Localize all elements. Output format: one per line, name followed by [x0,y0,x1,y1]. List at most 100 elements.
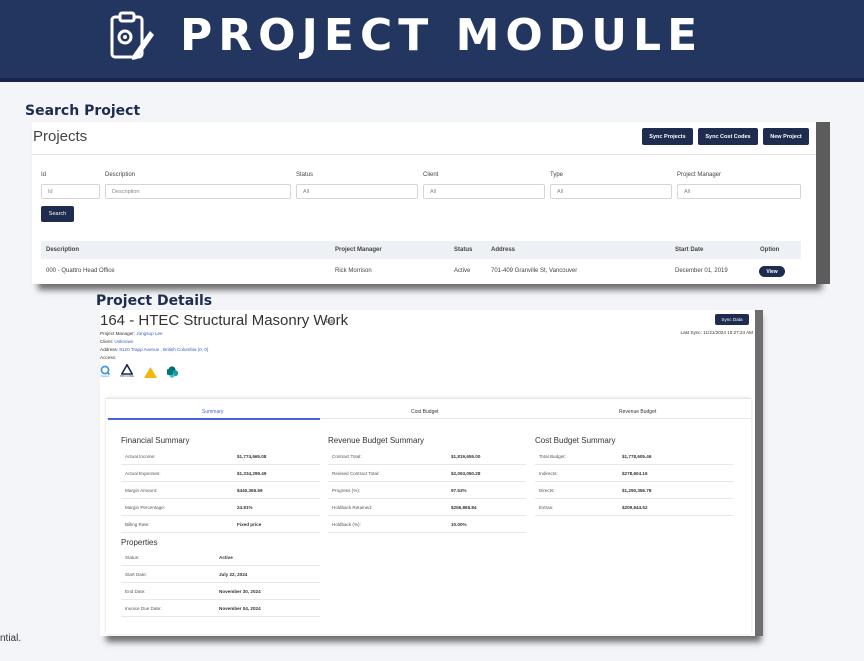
row-label: Contract Total: [332,454,362,459]
client-link[interactable]: Unknown [114,339,133,344]
project-manager-meta-label: Project Manager: [100,331,135,336]
active-tab-indicator [108,418,320,420]
type-select[interactable]: All [550,184,672,199]
view-button[interactable]: View [759,266,785,277]
row-value: $1,334,299.49 [237,471,267,476]
table-row: Progress (%): 97.53% [328,482,526,499]
project-details-panel: 164 - HTEC Structural Masonry Work Edit … [100,310,755,636]
table-row: Billing Rate: Fixed price [121,516,320,533]
client-select[interactable]: All [423,184,545,199]
row-label: Actual Income: [125,454,156,459]
row-label: Status: [125,555,140,560]
table-row: Extras: $209,644.52 [535,499,733,516]
row-value: July 22, 2024 [219,572,248,577]
scrollbar[interactable] [755,310,763,636]
tab-summary[interactable]: Summary [202,409,223,415]
row-label: Billing Rate: [125,522,150,527]
row-label: Margin Amount: [125,488,158,493]
cost-budget-summary-table: Total Budget: $1,778,605.46 Indirects: $27… [535,448,733,516]
table-row: Start Date: July 22, 2024 [121,566,320,583]
description-label: Description [105,172,136,178]
row-label: Actual Expenses: [125,471,161,476]
row-value: Fixed price [237,522,262,527]
row-label: Progress (%): [332,488,361,493]
footer-fragment: ntial. [0,633,22,644]
row-address: 701-409 Granville St, Vancouver [491,268,578,274]
column-header-status[interactable]: Status [454,247,472,253]
row-value: $209,644.52 [622,505,648,510]
row-value: Active [219,555,233,560]
column-header-address[interactable]: Address [491,247,515,253]
client-meta-label: Client: [100,339,114,344]
banner-title: PROJECT MODULE [180,10,704,61]
status-label: Status [296,172,314,178]
sharepoint-icon[interactable] [166,366,179,378]
cost-budget-summary-title: Cost Budget Summary [535,436,616,445]
last-sync-text: Last Sync: 11/21/2024 10:27:24 AM [680,330,753,335]
client-line: Client: Unknown [100,339,133,344]
scrollbar[interactable] [816,122,830,284]
header-banner: PROJECT MODULE [0,0,864,82]
project-manager-select[interactable]: All [677,184,801,199]
row-value: 10.00% [451,522,467,527]
table-row: Directs: $1,290,356.78 [535,482,733,499]
status-select[interactable]: All [296,184,418,199]
row-label: Total Budget: [539,454,566,459]
details-tabs: Summary Cost Budget Revenue Budget [106,405,751,420]
table-row: Actual Expenses: $1,334,299.49 [121,465,320,482]
search-project-heading: Search Project [25,103,141,119]
revenue-budget-summary-title: Revenue Budget Summary [328,436,425,445]
project-title: 164 - HTEC Structural Masonry Work [100,312,349,329]
search-button[interactable]: Search [41,206,74,222]
clipboard-gear-pencil-icon [110,11,154,60]
financial-summary-title: Financial Summary [121,436,190,445]
row-value: $278,604.16 [622,471,648,476]
row-value: 24.81% [237,505,253,510]
row-value: $440,365.59 [237,488,263,493]
row-value: $2,063,050.28 [451,471,481,476]
search-project-panel: Projects Sync Projects Sync Cost Codes N… [32,122,816,284]
table-row: Holdback Retained: $256,865.84 [328,499,526,516]
column-header-start-date[interactable]: Start Date [675,247,703,253]
row-start-date: December 01, 2019 [675,268,728,274]
table-row: Revised Contract Total: $2,063,050.28 [328,465,526,482]
project-manager-link[interactable]: Jongsup Lee [136,331,162,336]
column-header-project-manager[interactable]: Project Manager [335,247,382,253]
procore-icon[interactable]: PRO.CORE [120,364,134,378]
quattro-caption: Quattro [100,375,110,378]
table-row: Total Budget: $1,778,605.46 [535,448,733,465]
row-label: Start Date: [125,572,147,577]
quattro-icon[interactable]: Quattro [100,365,110,378]
row-label: Extras: [539,505,554,510]
row-value: $1,819,655.00 [451,454,481,459]
row-label: Margin Percentage: [125,505,166,510]
sync-data-button[interactable]: Sync Data [715,314,749,325]
column-header-description[interactable]: Description [46,247,79,253]
tab-cost-budget[interactable]: Cost Budget [411,409,439,415]
description-input[interactable]: Description [105,184,291,199]
row-label: Holdback Retained: [332,505,373,510]
table-row: Margin Amount: $440,365.59 [121,482,320,499]
project-manager-line: Project Manager: Jongsup Lee [100,331,163,336]
warning-triangle-icon[interactable] [143,367,157,378]
row-label: End Date: [125,589,146,594]
id-input[interactable]: Id [41,184,100,199]
table-header: Description Project Manager Status Addre… [41,241,801,259]
properties-title: Properties [121,538,158,547]
sync-projects-button[interactable]: Sync Projects [642,128,693,145]
address-link[interactable]: 8120 Trapp Avenue , British Columbia (0,… [119,347,208,352]
address-line: Address: 8120 Trapp Avenue , British Col… [100,347,208,352]
tab-revenue-budget[interactable]: Revenue Budget [619,409,656,415]
properties-table: Status: Active Start Date: July 22, 2024 E… [121,549,320,617]
row-value: $256,865.84 [451,505,477,510]
sync-cost-codes-button[interactable]: Sync Cost Codes [698,128,758,145]
id-label: Id [41,172,47,178]
row-description: 000 - Quattro Head Office [46,268,115,274]
edit-link[interactable]: Edit [326,319,335,325]
new-project-button[interactable]: New Project [763,128,809,145]
row-value: November 04, 2024 [219,606,261,611]
page-title: Projects [33,128,88,145]
column-header-option: Option [760,247,780,253]
row-label: Indirects: [539,471,558,476]
row-label: Invoice Due Date: [125,606,162,611]
